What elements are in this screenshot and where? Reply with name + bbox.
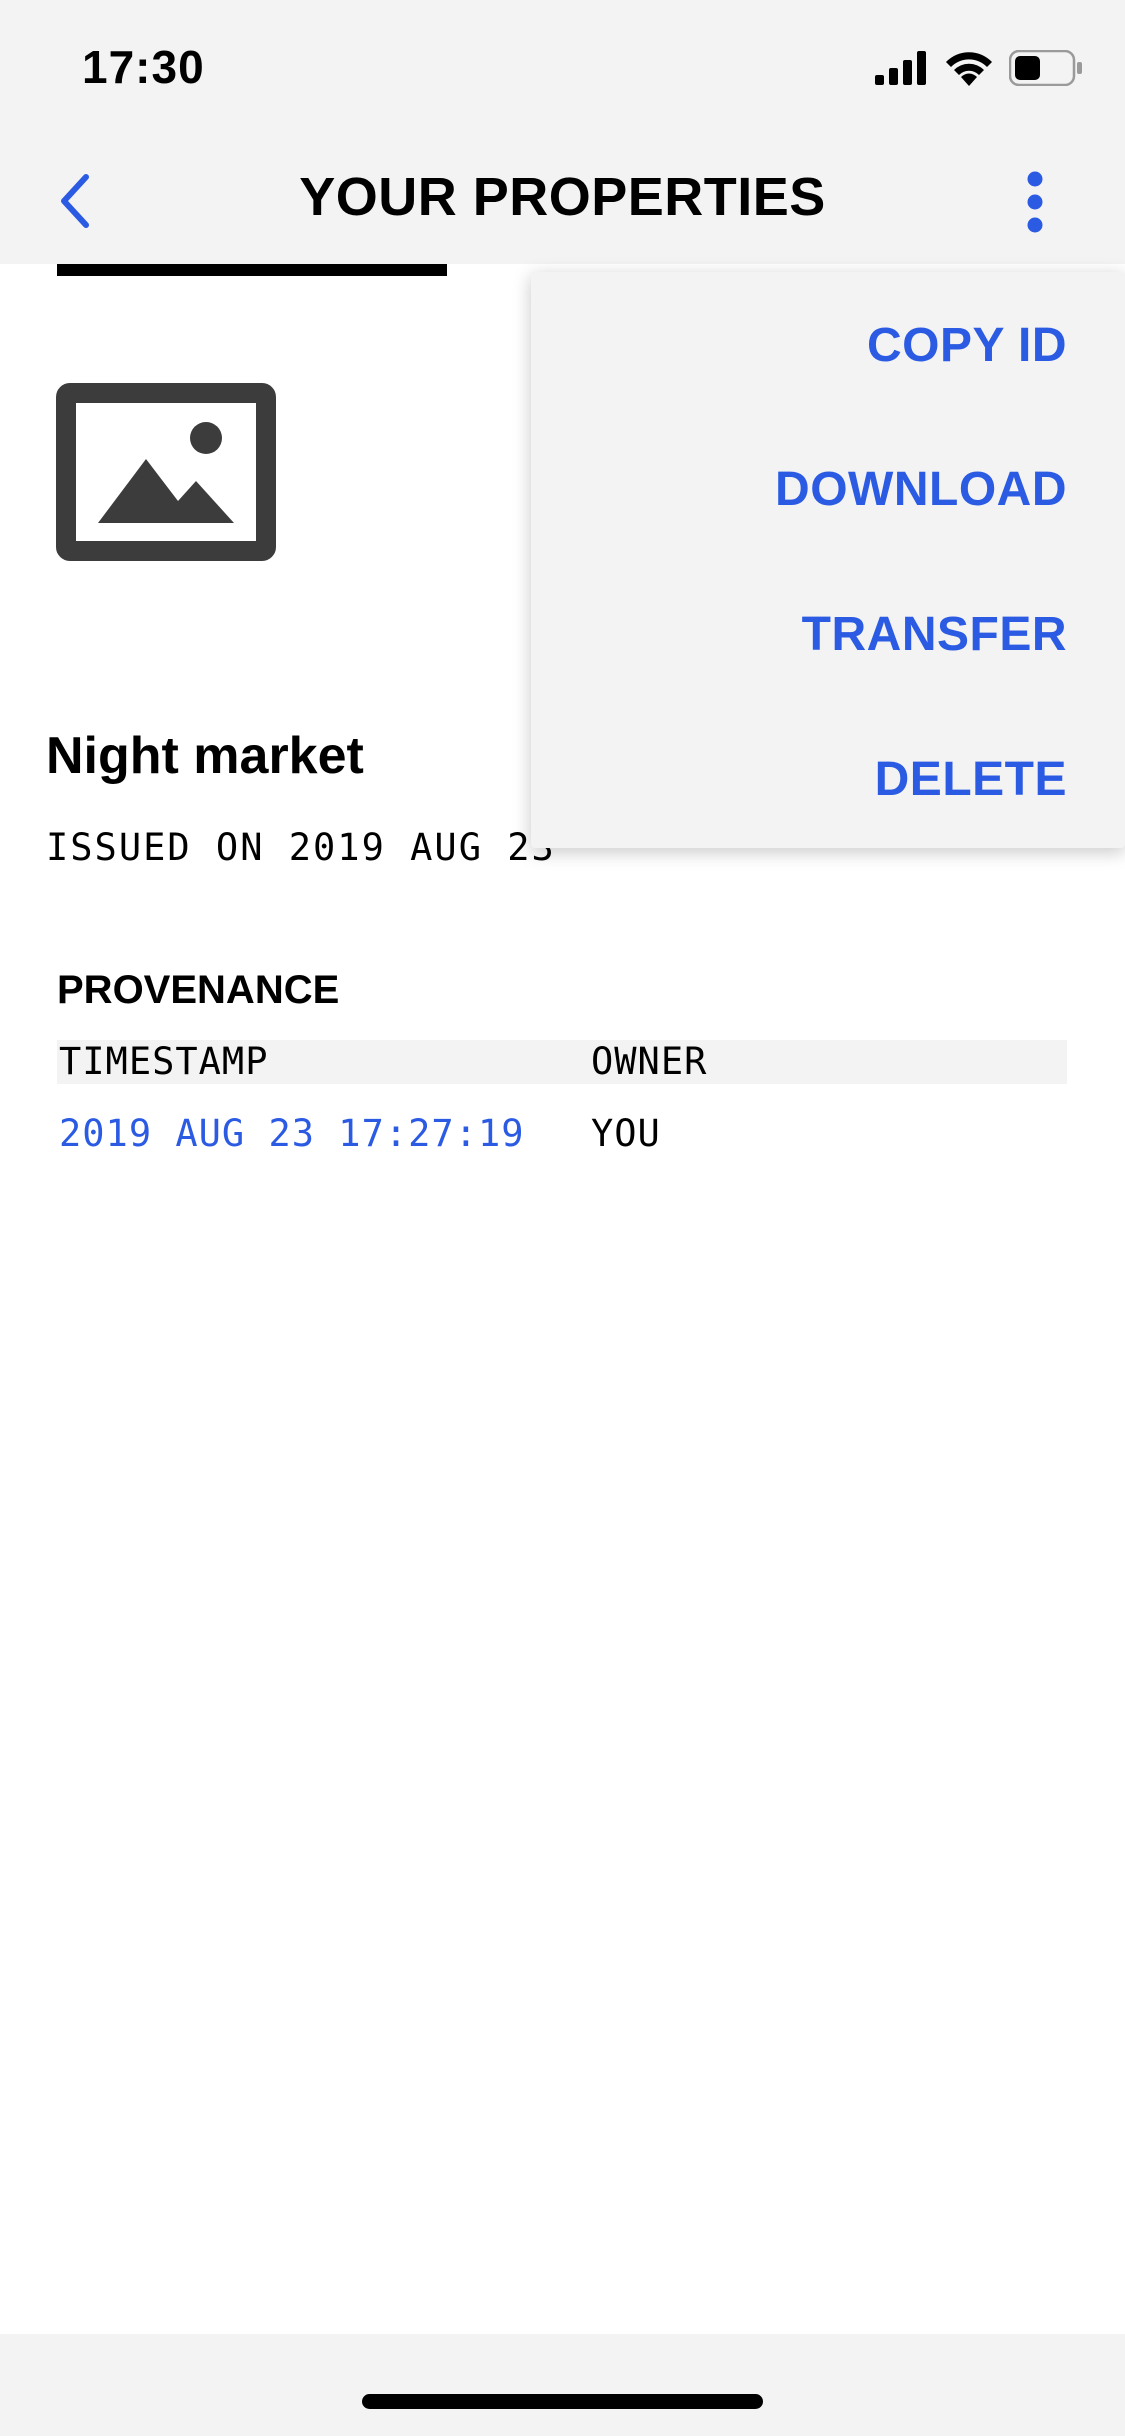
- issued-date: ISSUED ON 2019 AUG 23: [46, 826, 556, 869]
- status-icons: [875, 50, 1083, 86]
- image-placeholder-icon: [56, 383, 276, 561]
- more-vertical-icon: [1027, 171, 1043, 233]
- home-bar: [0, 2334, 1125, 2436]
- property-image: [56, 383, 276, 561]
- property-title: Night market: [46, 727, 364, 785]
- status-time: 17:30: [82, 41, 205, 93]
- page-title: YOUR PROPERTIES: [299, 167, 826, 227]
- table-row: 2019 AUG 23 17:27:19 YOU: [57, 1112, 1067, 1162]
- copy-id-button[interactable]: COPY ID: [867, 318, 1067, 373]
- options-menu: COPY ID DOWNLOAD TRANSFER DELETE: [531, 272, 1125, 848]
- delete-button[interactable]: DELETE: [875, 752, 1067, 807]
- transfer-button[interactable]: TRANSFER: [802, 607, 1067, 662]
- home-indicator[interactable]: [362, 2394, 763, 2409]
- tab-indicator: [57, 264, 447, 276]
- provenance-table-header: TIMESTAMP OWNER: [57, 1040, 1067, 1084]
- column-header-owner: OWNER: [591, 1040, 708, 1083]
- nav-bar: YOUR PROPERTIES: [0, 136, 1125, 264]
- owner-cell: YOU: [591, 1112, 661, 1155]
- battery-icon: [1009, 50, 1082, 86]
- status-bar: 17:30: [0, 0, 1125, 136]
- timestamp-link[interactable]: 2019 AUG 23 17:27:19: [59, 1112, 525, 1155]
- download-button[interactable]: DOWNLOAD: [775, 462, 1067, 517]
- provenance-title: PROVENANCE: [57, 968, 340, 1012]
- more-options-button[interactable]: [995, 164, 1075, 240]
- wifi-icon: [946, 52, 992, 86]
- signal-icon: [875, 51, 926, 85]
- column-header-timestamp: TIMESTAMP: [59, 1040, 269, 1083]
